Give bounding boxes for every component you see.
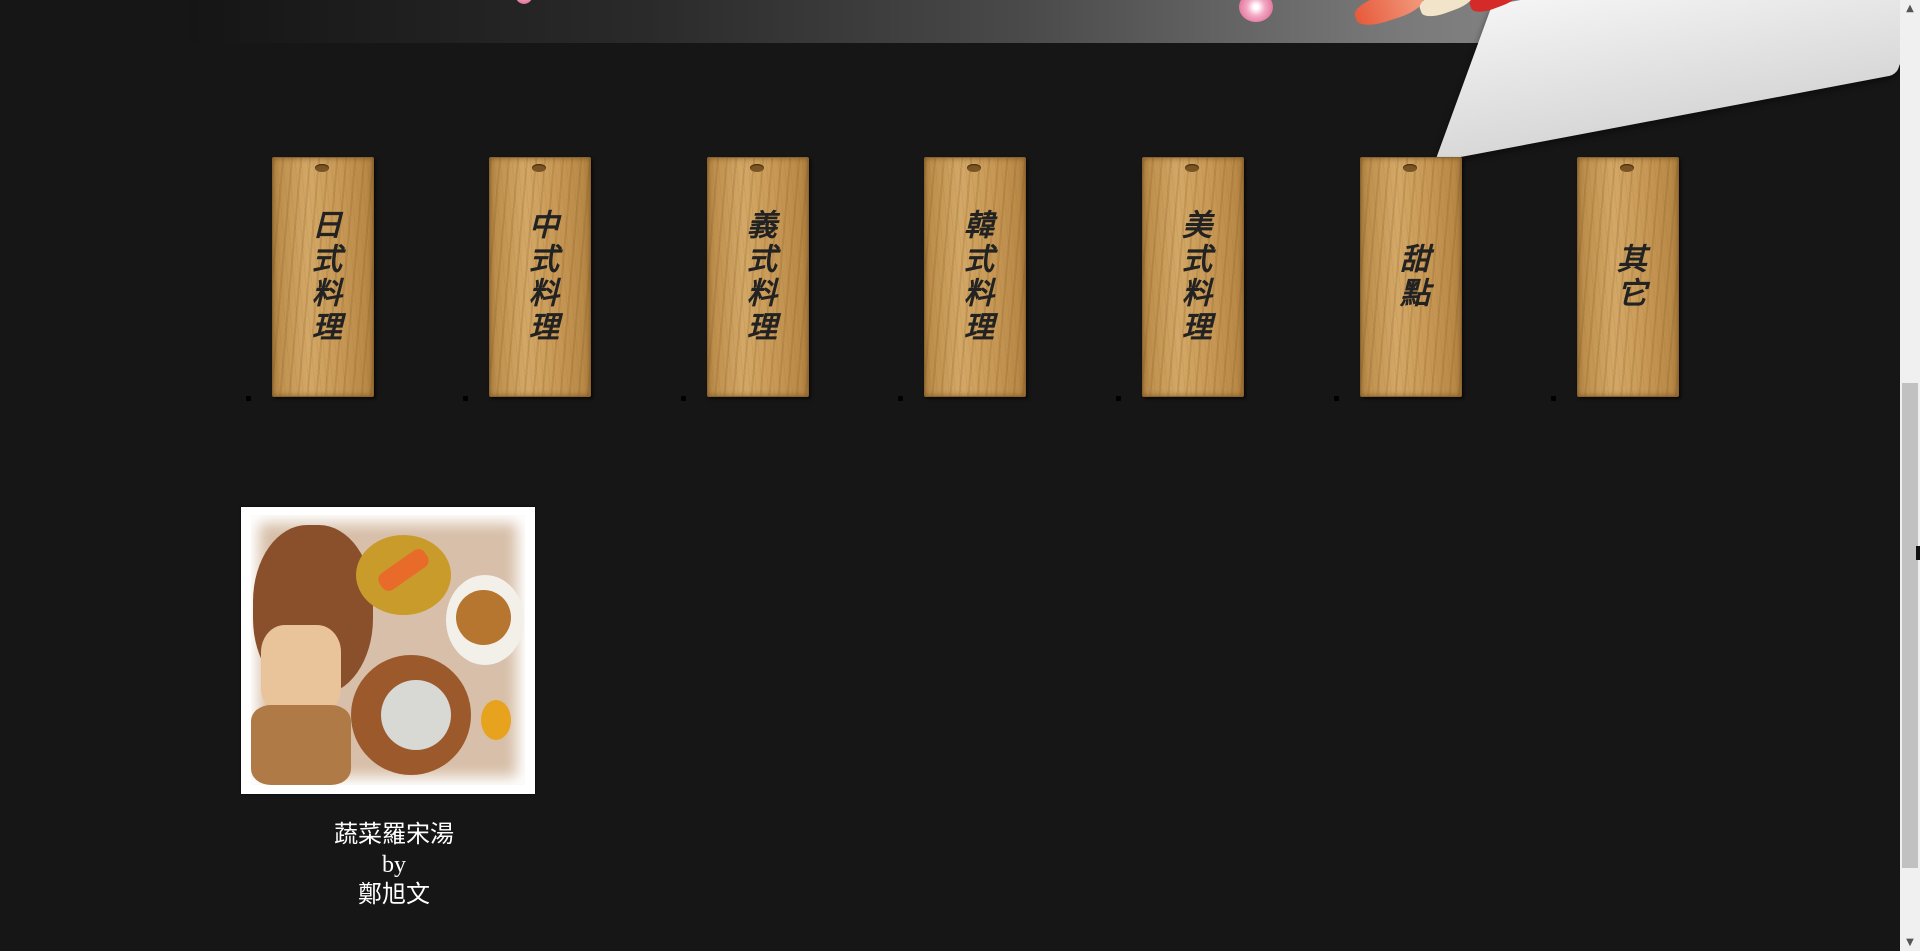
cherry-blossom-icon [1239,0,1273,22]
list-bullet [1334,396,1339,401]
mouse-cursor-icon [1916,546,1920,560]
food-photo [251,515,525,785]
category-label: 日式料理 [306,209,341,345]
category-label: 義式料理 [741,209,776,345]
category-tag-korean[interactable]: 韓式料理 [924,157,1026,397]
sushi-image [1351,0,1427,31]
category-label: 其它 [1611,243,1646,311]
cherry-blossom-icon [514,0,534,4]
category-tag-american[interactable]: 美式料理 [1142,157,1244,397]
sushi-plate-image [1434,0,1920,162]
category-item: 甜點 [1334,157,1470,401]
list-bullet [246,396,251,401]
scroll-thumb[interactable] [1902,383,1918,868]
header-banner [189,0,1920,162]
category-tag-japanese[interactable]: 日式料理 [272,157,374,397]
plate-image [251,705,351,785]
category-item: 其它 [1551,157,1687,401]
category-item: 中式料理 [463,157,599,401]
list-bullet [898,396,903,401]
category-tag-dessert[interactable]: 甜點 [1360,157,1462,397]
category-tag-chinese[interactable]: 中式料理 [489,157,591,397]
category-item: 韓式料理 [898,157,1034,401]
category-item: 美式料理 [1116,157,1252,401]
category-tag-italian[interactable]: 義式料理 [707,157,809,397]
vertical-scrollbar[interactable]: ▲ ▼ [1900,0,1920,951]
flower-decoration [481,700,511,740]
list-bullet [1551,396,1556,401]
recipe-by-label: by [382,852,406,878]
recipe-title[interactable]: 蔬菜羅宋湯 [241,820,547,850]
category-tags: 日式料理 中式料理 義式料理 韓式料理 美式料理 甜點 其它 [0,157,1700,407]
category-item: 義式料理 [681,157,817,401]
recipe-caption: 蔬菜羅宋湯 by 鄭旭文 [241,820,547,910]
list-bullet [463,396,468,401]
category-label: 甜點 [1394,243,1429,311]
category-tag-other[interactable]: 其它 [1577,157,1679,397]
category-item: 日式料理 [246,157,382,401]
list-bullet [681,396,686,401]
plate-image [456,590,511,645]
scroll-down-arrow-icon[interactable]: ▼ [1900,934,1920,951]
recipe-author[interactable]: 鄭旭文 [241,880,547,910]
category-label: 韓式料理 [958,209,993,345]
plate-image [261,625,341,715]
list-bullet [1116,396,1121,401]
recipe-card-image[interactable] [241,507,535,794]
category-label: 美式料理 [1176,209,1211,345]
scroll-up-arrow-icon[interactable]: ▲ [1900,0,1920,17]
category-label: 中式料理 [523,209,558,345]
plate-image [381,680,451,750]
sushi-image [1416,0,1477,21]
